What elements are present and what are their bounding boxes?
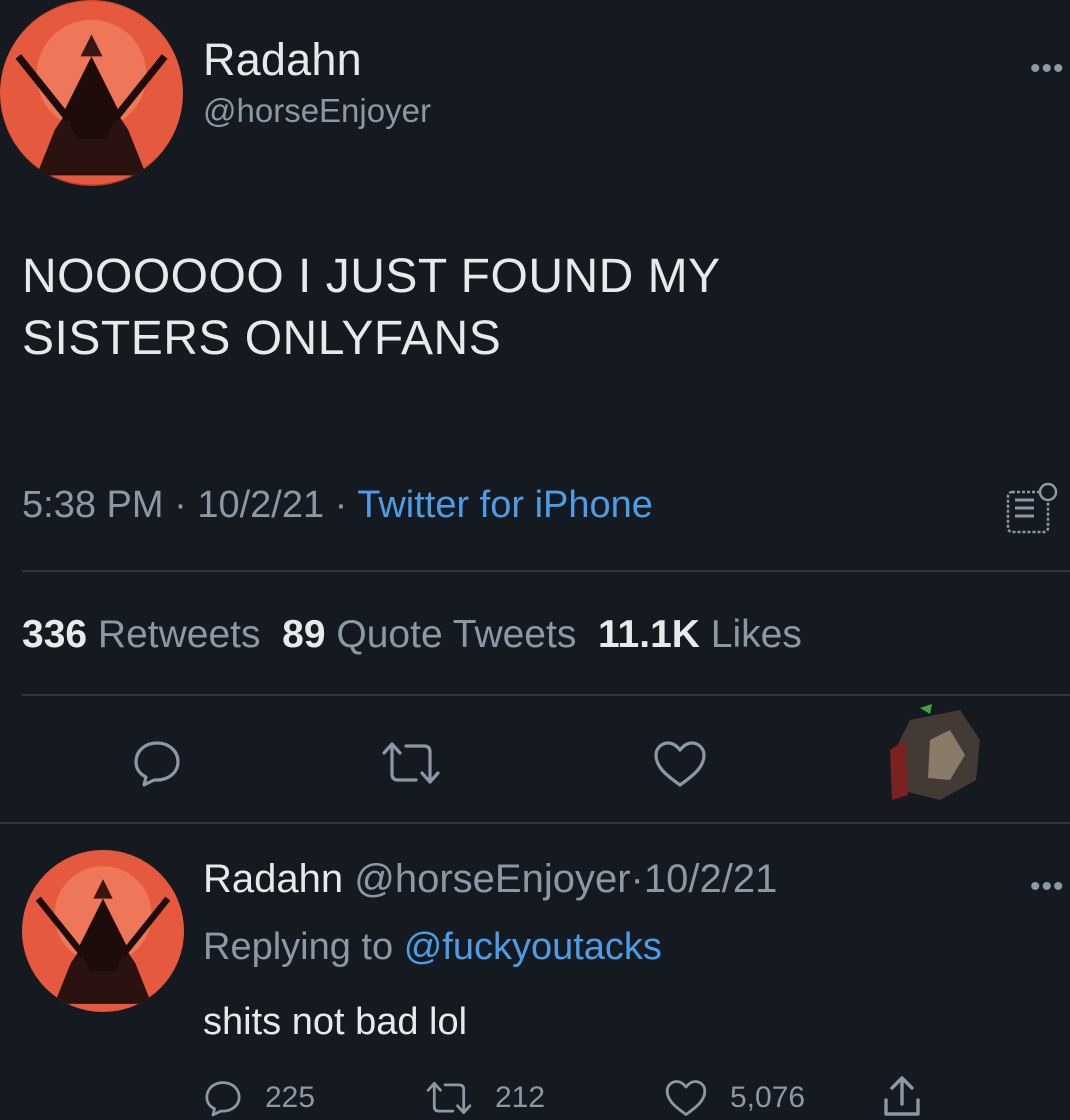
share-icon[interactable] bbox=[882, 1074, 922, 1118]
avatar-image bbox=[0, 1, 183, 185]
reply-retweet-button[interactable]: 212 bbox=[425, 1078, 545, 1118]
tweet-text-line-2: SISTERS ONLYFANS bbox=[22, 312, 502, 365]
reply-text: shits not bad lol bbox=[203, 1001, 468, 1043]
quotes-count: 89 bbox=[282, 613, 326, 656]
reply-handle[interactable]: @horseEnjoyer bbox=[354, 857, 630, 901]
divider bbox=[0, 822, 1070, 824]
likes-stat[interactable]: 11.1K Likes bbox=[598, 613, 802, 656]
reply-reply-button[interactable]: 225 bbox=[203, 1078, 315, 1118]
tweet-meta: 5:38 PM · 10/2/21 · Twitter for iPhone bbox=[22, 484, 653, 527]
retweets-count: 336 bbox=[22, 613, 88, 656]
divider bbox=[22, 694, 1070, 696]
reply-date[interactable]: 10/2/21 bbox=[644, 857, 777, 901]
tweet-source[interactable]: Twitter for iPhone bbox=[357, 484, 653, 526]
more-icon[interactable]: ••• bbox=[1030, 54, 1065, 84]
tweet-text-line-1: NOOOOOO I JUST FOUND MY bbox=[22, 250, 721, 303]
reply-icon bbox=[205, 1081, 241, 1117]
reply-like-button[interactable]: 5,076 bbox=[664, 1078, 805, 1118]
reply-count: 225 bbox=[265, 1081, 316, 1114]
reply-icon[interactable] bbox=[131, 737, 183, 789]
avatar[interactable] bbox=[0, 0, 183, 186]
avatar-image bbox=[22, 850, 184, 1012]
retweet-icon[interactable] bbox=[380, 738, 442, 788]
likes-count: 11.1K bbox=[598, 613, 700, 656]
meta-separator: · bbox=[630, 857, 644, 901]
replying-prefix: Replying to bbox=[203, 926, 394, 968]
retweets-stat[interactable]: 336 Retweets bbox=[22, 613, 261, 656]
reply-more-icon[interactable]: ••• bbox=[1030, 872, 1065, 902]
reply-display-name[interactable]: Radahn bbox=[203, 857, 343, 901]
retweets-label: Retweets bbox=[97, 613, 261, 656]
tweet-date[interactable]: 10/2/21 bbox=[197, 484, 324, 526]
like-icon[interactable] bbox=[652, 739, 708, 789]
reply-header: Radahn @horseEnjoyer·10/2/21 bbox=[203, 857, 777, 902]
handle[interactable]: @horseEnjoyer bbox=[203, 92, 431, 130]
display-name[interactable]: Radahn bbox=[203, 34, 362, 86]
quotes-stat[interactable]: 89 Quote Tweets bbox=[282, 613, 576, 656]
retweet-icon bbox=[426, 1081, 472, 1115]
tweet-text: NOOOOOO I JUST FOUND MY SISTERS ONLYFANS bbox=[22, 246, 721, 370]
meta-separator: · bbox=[334, 484, 348, 526]
quotes-label: Quote Tweets bbox=[336, 613, 577, 656]
replying-mention[interactable]: @fuckyoutacks bbox=[404, 926, 662, 968]
like-icon bbox=[665, 1080, 707, 1116]
tweet-time[interactable]: 5:38 PM bbox=[22, 484, 164, 526]
replying-to: Replying to @fuckyoutacks bbox=[203, 926, 662, 969]
divider bbox=[22, 570, 1070, 572]
like-count: 5,076 bbox=[730, 1081, 806, 1114]
analytics-icon[interactable] bbox=[1004, 480, 1062, 538]
sticker-image bbox=[880, 700, 992, 810]
tweet-stats: 336 Retweets 89 Quote Tweets 11.1K Likes bbox=[22, 613, 802, 657]
reply-avatar[interactable] bbox=[22, 850, 184, 1012]
likes-label: Likes bbox=[710, 613, 802, 656]
meta-separator: · bbox=[174, 484, 187, 526]
retweet-count: 212 bbox=[495, 1081, 546, 1114]
